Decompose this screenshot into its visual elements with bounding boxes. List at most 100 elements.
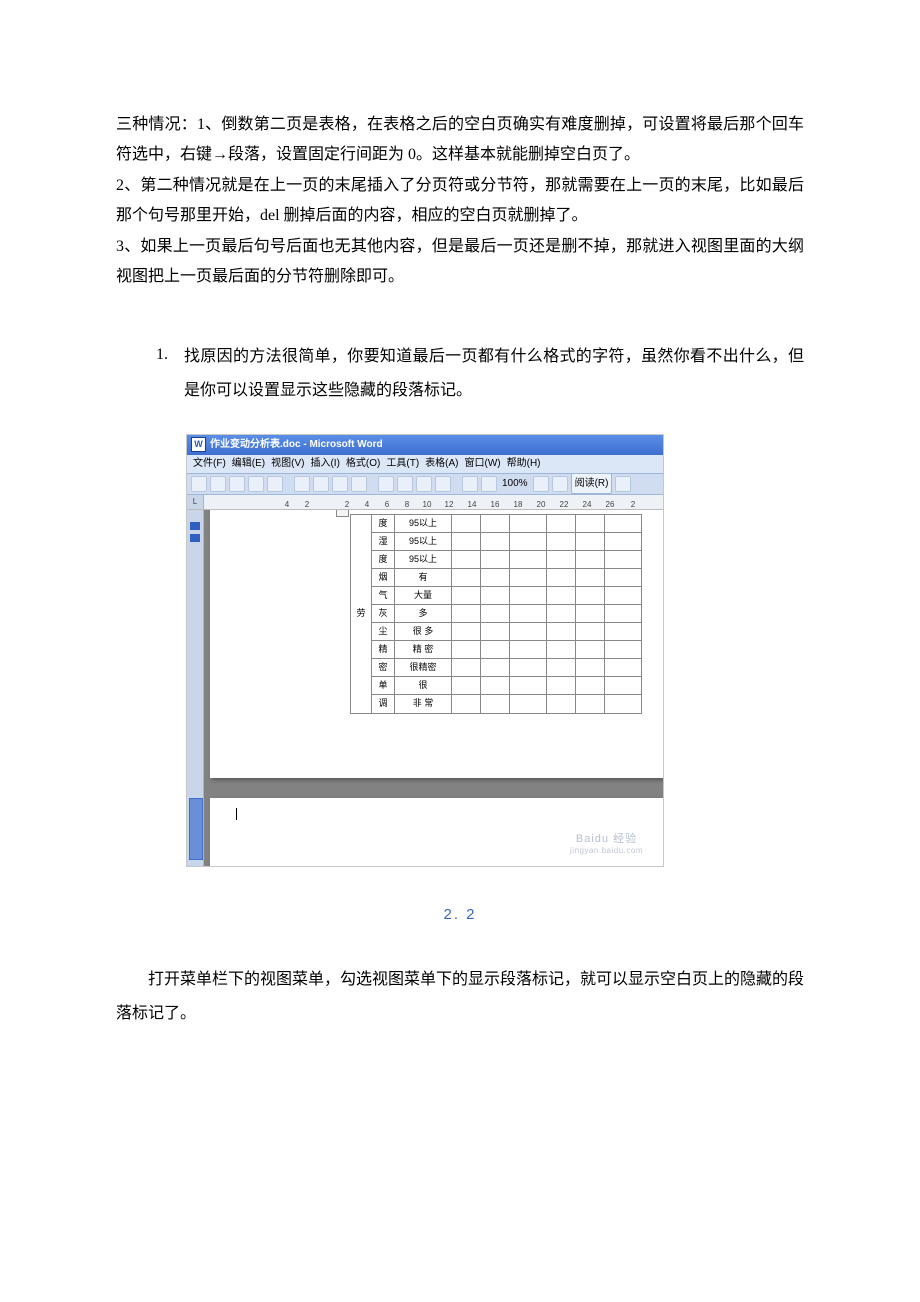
table-cell: [547, 514, 576, 532]
horizontal-ruler: L 4 2 2 4 6 8 10 12 14 16 18 20 22 24 26…: [187, 495, 663, 510]
toolbar-button[interactable]: [462, 476, 478, 492]
table-cell: 尘: [372, 623, 395, 641]
zoom-level[interactable]: 100%: [500, 474, 530, 493]
toolbar-button[interactable]: [533, 476, 549, 492]
intro-line-2: 2、第二种情况就是在上一页的末尾插入了分页符或分节符，那就需要在上一页的末尾，比…: [116, 171, 804, 232]
table-cell: 95以上: [395, 550, 452, 568]
toolbar-button[interactable]: [435, 476, 451, 492]
word-screenshot: W 作业变动分析表.doc - Microsoft Word 文件(F) 编辑(…: [186, 434, 664, 867]
table-cell: 精 密: [395, 641, 452, 659]
toolbar-button[interactable]: [552, 476, 568, 492]
step-1-text: 找原因的方法很简单，你要知道最后一页都有什么格式的字符，虽然你看不出什么，但是你…: [184, 340, 804, 407]
toolbar-button[interactable]: [294, 476, 310, 492]
table-row: 度95以上: [351, 550, 642, 568]
table-cell: [510, 514, 547, 532]
toolbar-button[interactable]: [248, 476, 264, 492]
toolbar-button[interactable]: [416, 476, 432, 492]
menu-table[interactable]: 表格(A): [425, 454, 458, 473]
table-row: 灰多: [351, 605, 642, 623]
table-cell: [452, 514, 481, 532]
menu-file[interactable]: 文件(F): [193, 454, 226, 473]
toolbar-button[interactable]: [229, 476, 245, 492]
table-cell: 气: [372, 586, 395, 604]
toolbar-button[interactable]: [332, 476, 348, 492]
menu-insert[interactable]: 插入(I): [310, 454, 339, 473]
table-cell: 湿: [372, 532, 395, 550]
watermark-main: Baidu 经验: [570, 833, 643, 846]
toolbar-button[interactable]: [267, 476, 283, 492]
step-1-number: 1.: [156, 340, 184, 407]
intro-line-1: 三种情况：1、倒数第二页是表格，在表格之后的空白页确实有难度删掉，可设置将最后那…: [116, 110, 804, 171]
toolbar-button[interactable]: [191, 476, 207, 492]
menu-format[interactable]: 格式(O): [346, 454, 380, 473]
text-cursor-icon: [236, 808, 237, 820]
step-2-link[interactable]: 2. 2: [116, 901, 804, 930]
table-cell: 很: [395, 677, 452, 695]
vertical-ruler: [187, 510, 204, 866]
ruler-corner: L: [187, 495, 204, 509]
table-cell: 95以上: [395, 514, 452, 532]
intro-paragraphs: 三种情况：1、倒数第二页是表格，在表格之后的空白页确实有难度删掉，可设置将最后那…: [116, 110, 804, 292]
table-cell: 精: [372, 641, 395, 659]
vruler-mark: [190, 534, 200, 542]
table-row: 密很精密: [351, 659, 642, 677]
table-cell: 烟: [372, 568, 395, 586]
watermark-sub: jingyan.baidu.com: [570, 846, 643, 856]
toolbar-button[interactable]: [615, 476, 631, 492]
table-cell: 很精密: [395, 659, 452, 677]
toolbar-button[interactable]: [210, 476, 226, 492]
inline-table: 劳度95以上 湿95以上 度95以上 烟有 气大量 灰多 尘很 多 精精 密 密…: [350, 514, 642, 714]
toolbar-button[interactable]: [481, 476, 497, 492]
toolbar-separator: [286, 476, 291, 492]
menu-help[interactable]: 帮助(H): [507, 454, 541, 473]
table-cell: [605, 514, 642, 532]
intro-line-3: 3、如果上一页最后句号后面也无其他内容，但是最后一页还是删不掉，那就进入视图里面…: [116, 232, 804, 293]
word-app-icon: W: [191, 437, 206, 452]
table-cell: [481, 514, 510, 532]
step-2-paragraph: 打开菜单栏下的视图菜单，勾选视图菜单下的显示段落标记，就可以显示空白页上的隐藏的…: [116, 963, 804, 1030]
table-side-header: 劳: [351, 514, 372, 713]
menu-edit[interactable]: 编辑(E): [232, 454, 265, 473]
table-cell: 多: [395, 605, 452, 623]
table-cell: 灰: [372, 605, 395, 623]
table-cell: 大量: [395, 586, 452, 604]
table-cell: 度: [372, 550, 395, 568]
table-cell: [576, 514, 605, 532]
word-menubar: 文件(F) 编辑(E) 视图(V) 插入(I) 格式(O) 工具(T) 表格(A…: [187, 455, 663, 474]
watermark: Baidu 经验 jingyan.baidu.com: [570, 833, 643, 856]
document-area: 劳度95以上 湿95以上 度95以上 烟有 气大量 灰多 尘很 多 精精 密 密…: [187, 510, 663, 866]
step-1: 1. 找原因的方法很简单，你要知道最后一页都有什么格式的字符，虽然你看不出什么，…: [116, 340, 804, 407]
toolbar-button[interactable]: [351, 476, 367, 492]
word-title: 作业变动分析表.doc - Microsoft Word: [210, 435, 383, 454]
toolbar-button[interactable]: [397, 476, 413, 492]
table-cell: 度: [372, 514, 395, 532]
table-cell: 非 常: [395, 695, 452, 713]
table-row: 湿95以上: [351, 532, 642, 550]
toolbar-separator: [454, 476, 459, 492]
table-cell: 单: [372, 677, 395, 695]
table-row: 精精 密: [351, 641, 642, 659]
menu-tools[interactable]: 工具(T): [386, 454, 419, 473]
table-row: 烟有: [351, 568, 642, 586]
vertical-ruler-thumb[interactable]: [189, 798, 203, 860]
vruler-mark: [190, 522, 200, 530]
table-row: 气大量: [351, 586, 642, 604]
word-toolbar: 100% 阅读(R): [187, 474, 663, 495]
table-cell: 有: [395, 568, 452, 586]
toolbar-separator: [370, 476, 375, 492]
table-cell: 很 多: [395, 623, 452, 641]
menu-window[interactable]: 窗口(W): [465, 454, 501, 473]
table-row: 劳度95以上: [351, 514, 642, 532]
table-cell: 95以上: [395, 532, 452, 550]
step-2-text: 打开菜单栏下的视图菜单，勾选视图菜单下的显示段落标记，就可以显示空白页上的隐藏的…: [116, 963, 804, 1030]
table-row: 尘很 多: [351, 623, 642, 641]
table-move-handle-icon[interactable]: [336, 510, 349, 517]
menu-view[interactable]: 视图(V): [271, 454, 304, 473]
document-page-1: 劳度95以上 湿95以上 度95以上 烟有 气大量 灰多 尘很 多 精精 密 密…: [210, 510, 663, 778]
reading-mode-button[interactable]: 阅读(R): [571, 473, 613, 494]
toolbar-button[interactable]: [313, 476, 329, 492]
toolbar-button[interactable]: [378, 476, 394, 492]
table-row: 调非 常: [351, 695, 642, 713]
table-cell: 调: [372, 695, 395, 713]
table-row: 单很: [351, 677, 642, 695]
